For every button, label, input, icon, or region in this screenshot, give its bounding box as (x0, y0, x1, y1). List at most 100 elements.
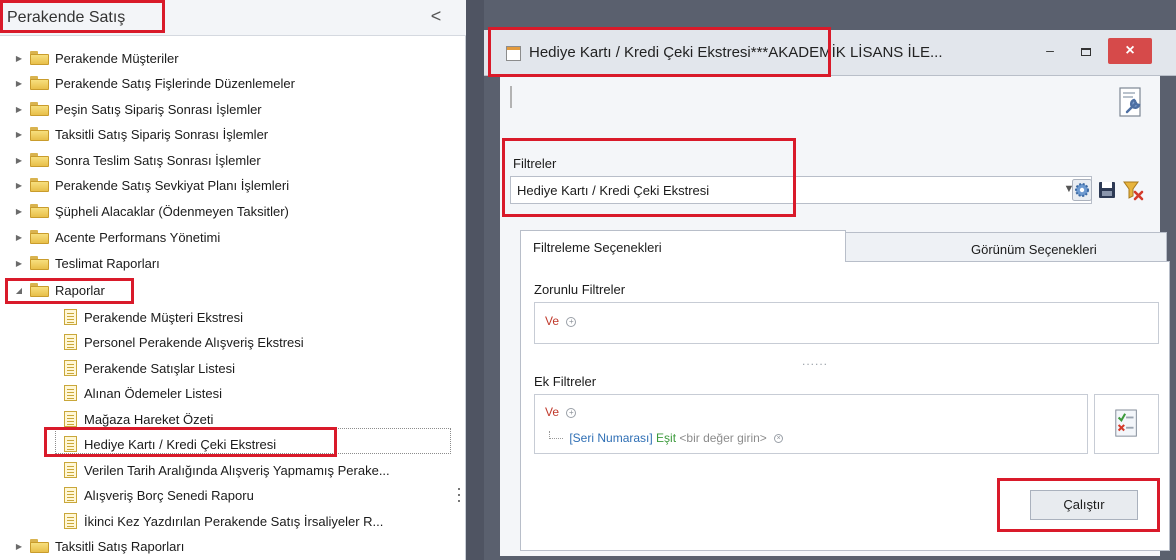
tree-item-label: Personel Perakende Alışveriş Ekstresi (84, 334, 304, 350)
extra-and-operator[interactable]: Ve (545, 405, 559, 419)
tree-item-label: Raporlar (55, 282, 105, 298)
close-icon: × (1125, 42, 1135, 59)
tree-folder-item[interactable]: ▶ Perakende Satış Fişlerinde Düzenlemeler (12, 73, 295, 93)
tree-report-item[interactable]: Alınan Ödemeler Listesi (64, 383, 222, 403)
tree-item-label: Taksitli Satış Raporları (55, 538, 185, 554)
tree-report-item[interactable]: İkinci Kez Yazdırılan Perakende Satış İr… (64, 511, 383, 531)
tree-folder-item[interactable]: ▶ Peşin Satış Sipariş Sonrası İşlemler (12, 99, 262, 119)
collapsed-arrow-icon[interactable]: ▶ (12, 233, 26, 242)
condition-value-input[interactable]: <bir değer girin> (679, 431, 766, 445)
required-filters-label: Zorunlu Filtreler (534, 282, 626, 297)
report-doc-icon (64, 411, 77, 427)
tab-filter-options[interactable]: Filtreleme Seçenekleri (520, 230, 846, 262)
folder-icon (30, 204, 49, 218)
tree-folder-item[interactable]: ▶ Perakende Müşteriler (12, 48, 179, 68)
rule-edit-icon (1115, 409, 1137, 437)
tab-view-options[interactable]: Görünüm Seçenekleri (845, 232, 1167, 262)
tree-report-item[interactable]: Personel Perakende Alışveriş Ekstresi (64, 332, 304, 352)
add-condition-icon[interactable]: + (566, 407, 577, 418)
folder-icon (30, 230, 49, 244)
folder-icon (30, 102, 49, 116)
tree-report-item[interactable]: Mağaza Hareket Özeti (64, 409, 213, 429)
tree-item-label: Şüpheli Alacaklar (Ödenmeyen Taksitler) (55, 203, 289, 219)
collapsed-arrow-icon[interactable]: ▶ (12, 105, 26, 114)
tree-folder-item[interactable]: ◢ Raporlar (12, 280, 105, 300)
dialog-title: Hediye Kartı / Kredi Çeki Ekstresi***AKA… (529, 44, 943, 61)
report-doc-icon (64, 462, 77, 478)
collapsed-arrow-icon[interactable]: ▶ (12, 207, 26, 216)
report-doc-icon (64, 360, 77, 376)
tree-folder-item[interactable]: ▶ Perakende Satış Sevkiyat Planı İşlemler… (12, 175, 289, 195)
condition-operator[interactable]: Eşit (656, 431, 676, 445)
navigation-panel: Perakende Satış < ▶ Perakende Müşteriler ▶… (0, 0, 466, 560)
minimize-button[interactable]: – (1038, 42, 1062, 64)
tree-item-label: Perakende Müşteriler (55, 50, 179, 66)
remove-condition-icon[interactable]: × (774, 434, 784, 444)
collapsed-arrow-icon[interactable]: ▶ (12, 259, 26, 268)
condition-field[interactable]: [Seri Numarası] (569, 431, 652, 445)
run-button[interactable]: Çalıştır (1030, 490, 1138, 520)
filter-condition-row: [Seri Numarası] Eşit <bir değer girin> × (549, 431, 784, 445)
dialog-titlebar[interactable]: Hediye Kartı / Kredi Çeki Ekstresi***AKA… (484, 30, 1176, 76)
filter-select[interactable]: Hediye Kartı / Kredi Çeki Ekstresi ▼ (510, 176, 1092, 204)
tree-item-label: Sonra Teslim Satış Sonrası İşlemler (55, 152, 261, 168)
collapsed-arrow-icon[interactable]: ▶ (12, 79, 26, 88)
folder-icon (30, 283, 49, 297)
tree-item-label: Alınan Ödemeler Listesi (84, 385, 223, 401)
folder-icon (30, 153, 49, 167)
report-dialog: Hediye Kartı / Kredi Çeki Ekstresi***AKA… (484, 0, 1176, 560)
minimize-icon: – (1046, 42, 1054, 58)
tree-folder-item[interactable]: ▶ Taksitli Satış Raporları (12, 536, 184, 556)
rule-edit-button[interactable] (1094, 394, 1159, 454)
expanded-arrow-icon[interactable]: ◢ (12, 286, 26, 295)
collapsed-arrow-icon[interactable]: ▶ (12, 542, 26, 551)
tree-item-label: Acente Performans Yönetimi (55, 229, 221, 245)
collapsed-arrow-icon[interactable]: ▶ (12, 156, 26, 165)
tree-folder-item[interactable]: ▶ Şüpheli Alacaklar (Ödenmeyen Taksitler) (12, 201, 289, 221)
tree-report-item[interactable]: Verilen Tarih Aralığında Alışveriş Yapma… (64, 460, 390, 480)
tree-branch-line (549, 431, 563, 439)
window-icon (506, 46, 521, 61)
dialog-content: Filtreler Hediye Kartı / Kredi Çeki Ekst… (500, 76, 1170, 556)
save-icon[interactable] (1097, 179, 1117, 201)
report-doc-icon (64, 487, 77, 503)
tree-report-item[interactable]: Perakende Müşteri Ekstresi (64, 307, 243, 327)
gear-icon[interactable] (1072, 179, 1092, 201)
collapsed-arrow-icon[interactable]: ▶ (12, 54, 26, 63)
report-doc-icon (64, 334, 77, 350)
tree-folder-item[interactable]: ▶ Teslimat Raporları (12, 253, 160, 273)
clear-filter-icon[interactable] (1122, 179, 1144, 201)
extra-filters-label: Ek Filtreler (534, 374, 597, 389)
tab-view-options-label: Görünüm Seçenekleri (971, 242, 1097, 257)
folder-icon (30, 76, 49, 90)
tree-folder-item[interactable]: ▶ Taksitli Satış Sipariş Sonrası İşlemler (12, 124, 268, 144)
close-button[interactable]: × (1108, 38, 1152, 64)
maximize-button[interactable] (1074, 42, 1098, 64)
tree-item-label: Perakende Satış Sevkiyat Planı İşlemleri (55, 177, 290, 193)
collapsed-arrow-icon[interactable]: ▶ (12, 181, 26, 190)
wrench-icon[interactable] (1118, 86, 1144, 120)
tree-item-label: Teslimat Raporları (55, 255, 160, 271)
report-doc-icon (64, 385, 77, 401)
tree-folder-item[interactable]: ▶ Acente Performans Yönetimi (12, 227, 220, 247)
tree-folder-item[interactable]: ▶ Sonra Teslim Satış Sonrası İşlemler (12, 150, 261, 170)
filters-label: Filtreler (513, 156, 557, 171)
tree-item-label: Mağaza Hareket Özeti (84, 411, 214, 427)
folder-icon (30, 256, 49, 270)
tree-report-item[interactable]: Alışveriş Borç Senedi Raporu (64, 485, 254, 505)
collapsed-arrow-icon[interactable]: ▶ (12, 130, 26, 139)
splitter-handle[interactable] (457, 488, 461, 512)
folder-icon (30, 127, 49, 141)
add-condition-icon[interactable]: + (566, 316, 577, 327)
extra-filters-box[interactable]: Ve + [Seri Numarası] Eşit <bir değer gir… (534, 394, 1088, 454)
tab-filter-options-label: Filtreleme Seçenekleri (533, 240, 662, 255)
tree-item-label: Alışveriş Borç Senedi Raporu (84, 487, 254, 503)
required-and-operator[interactable]: Ve (545, 314, 559, 328)
collapse-arrow-icon[interactable]: < (426, 7, 446, 27)
tree-item-label: Perakende Satış Fişlerinde Düzenlemeler (55, 75, 295, 91)
tree-report-item[interactable]: Perakende Satışlar Listesi (64, 358, 235, 378)
splitter-dots[interactable]: ...... (802, 354, 828, 368)
report-doc-icon (64, 513, 77, 529)
tree-item-label: Perakende Satışlar Listesi (84, 360, 236, 376)
required-filters-box[interactable]: Ve + (534, 302, 1159, 344)
